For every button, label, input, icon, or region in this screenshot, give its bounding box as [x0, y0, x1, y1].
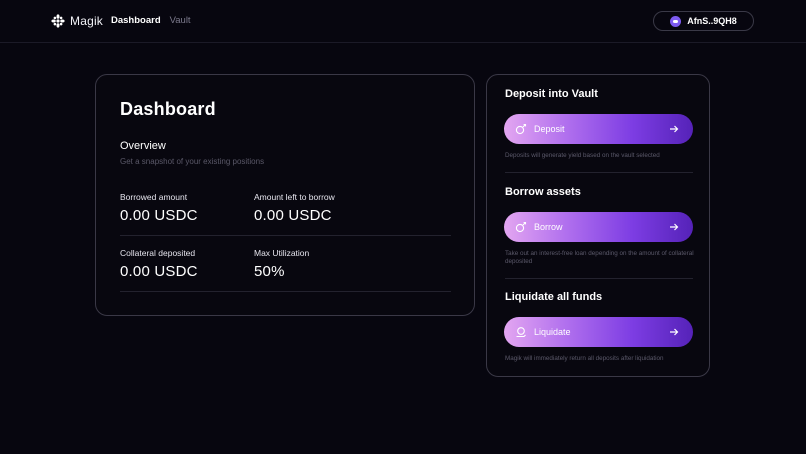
liquidate-button-label: Liquidate — [534, 327, 571, 337]
coin-icon — [515, 123, 527, 135]
liquidate-section-title: Liquidate all funds — [505, 291, 603, 303]
max-utilization-label: Max Utilization — [254, 248, 310, 258]
overview-title: Overview — [120, 140, 166, 152]
section-divider — [505, 172, 693, 173]
overview-subtitle: Get a snapshot of your existing position… — [120, 157, 265, 166]
wallet-address: AfnS..9QH8 — [687, 16, 737, 26]
liquidate-hint: Magik will immediately return all deposi… — [505, 355, 664, 362]
brand-logo[interactable]: Magik — [51, 13, 103, 29]
hand-coin-icon — [515, 326, 527, 338]
borrowed-amount-value: 0.00 USDC — [120, 207, 198, 224]
deposit-button-label: Deposit — [534, 124, 565, 134]
borrow-button-label: Borrow — [534, 222, 563, 232]
liquidate-button[interactable]: Liquidate — [504, 317, 693, 347]
wallet-avatar-icon — [670, 15, 682, 27]
actions-card: Deposit into Vault Deposit Deposits will… — [486, 74, 710, 377]
arrow-right-icon — [669, 124, 679, 134]
stats-divider — [120, 291, 451, 292]
borrow-hint: Take out an interest-free loan depending… — [505, 250, 694, 265]
borrowed-amount-label: Borrowed amount — [120, 192, 188, 202]
borrow-button[interactable]: Borrow — [504, 212, 693, 242]
magik-logo-icon — [51, 14, 65, 28]
deposit-button[interactable]: Deposit — [504, 114, 693, 144]
amount-left-value: 0.00 USDC — [254, 207, 332, 224]
borrow-section-title: Borrow assets — [505, 186, 581, 198]
section-divider — [505, 278, 693, 279]
deposit-section-title: Deposit into Vault — [505, 88, 598, 100]
stats-divider — [120, 235, 451, 236]
coin-icon — [515, 221, 527, 233]
page-title: Dashboard — [120, 99, 216, 119]
collateral-deposited-label: Collateral deposited — [120, 248, 196, 258]
top-bar: Magik Dashboard Vault AfnS..9QH8 — [0, 0, 806, 43]
wallet-button[interactable]: AfnS..9QH8 — [653, 11, 754, 31]
collateral-deposited-value: 0.00 USDC — [120, 263, 198, 280]
brand-name: Magik — [70, 14, 104, 28]
nav-vault[interactable]: Vault — [170, 15, 191, 26]
dashboard-card: Dashboard Overview Get a snapshot of you… — [95, 74, 475, 316]
arrow-right-icon — [669, 222, 679, 232]
arrow-right-icon — [669, 327, 679, 337]
deposit-hint: Deposits will generate yield based on th… — [505, 152, 660, 159]
max-utilization-value: 50% — [254, 263, 285, 280]
nav-dashboard[interactable]: Dashboard — [111, 15, 161, 26]
amount-left-label: Amount left to borrow — [254, 192, 335, 202]
main-nav: Dashboard Vault — [111, 15, 191, 26]
